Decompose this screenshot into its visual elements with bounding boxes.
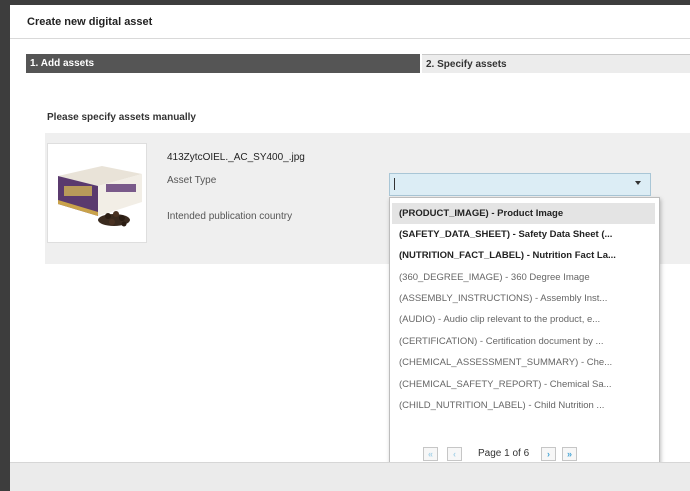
asset-thumbnail (47, 143, 147, 243)
dropdown-option[interactable]: (SAFETY_DATA_SHEET) - Safety Data Sheet … (392, 224, 655, 245)
asset-type-combobox[interactable] (389, 173, 651, 196)
step-tab-specify-assets[interactable]: 2. Specify assets (422, 54, 690, 73)
last-page-icon[interactable]: » (562, 447, 577, 461)
dropdown-option[interactable]: (PRODUCT_IMAGE) - Product Image (392, 203, 655, 224)
dropdown-option[interactable]: (AUDIO) - Audio clip relevant to the pro… (392, 309, 655, 330)
asset-file-name: 413ZytcOIEL._AC_SY400_.jpg (167, 152, 305, 163)
step-tab-add-assets[interactable]: 1. Add assets (26, 54, 420, 73)
page-indicator: Page 1 of 6 (478, 448, 530, 459)
dropdown-option[interactable]: (CHEMICAL_SAFETY_REPORT) - Chemical Sa..… (392, 374, 655, 395)
chevron-down-icon[interactable] (635, 181, 641, 185)
window-left-edge (0, 0, 10, 491)
dropdown-option[interactable]: (CERTIFICATION) - Certification document… (392, 331, 655, 352)
asset-type-label: Asset Type (167, 175, 217, 186)
section-heading: Please specify assets manually (47, 112, 196, 123)
first-page-icon[interactable]: « (423, 447, 438, 461)
dropdown-option[interactable]: (ASSEMBLY_INSTRUCTIONS) - Assembly Inst.… (392, 288, 655, 309)
dropdown-option[interactable]: (CHILD_NUTRITION_LABEL) - Child Nutritio… (392, 395, 655, 416)
publication-country-label: Intended publication country (167, 211, 293, 222)
dialog-footer (10, 462, 690, 491)
text-cursor (394, 178, 395, 190)
next-page-icon[interactable]: › (541, 447, 556, 461)
dropdown-option[interactable]: (360_DEGREE_IMAGE) - 360 Degree Image (392, 267, 655, 288)
product-box-image (58, 166, 142, 227)
dropdown-option[interactable]: (NUTRITION_FACT_LABEL) - Nutrition Fact … (392, 245, 655, 266)
dialog-title: Create new digital asset (27, 16, 153, 28)
asset-type-dropdown-list: (PRODUCT_IMAGE) - Product Image (SAFETY_… (389, 197, 660, 472)
previous-page-icon[interactable]: ‹ (447, 447, 462, 461)
dropdown-option[interactable]: (CHEMICAL_ASSESSMENT_SUMMARY) - Che... (392, 352, 655, 373)
dialog-header: Create new digital asset (10, 5, 690, 39)
